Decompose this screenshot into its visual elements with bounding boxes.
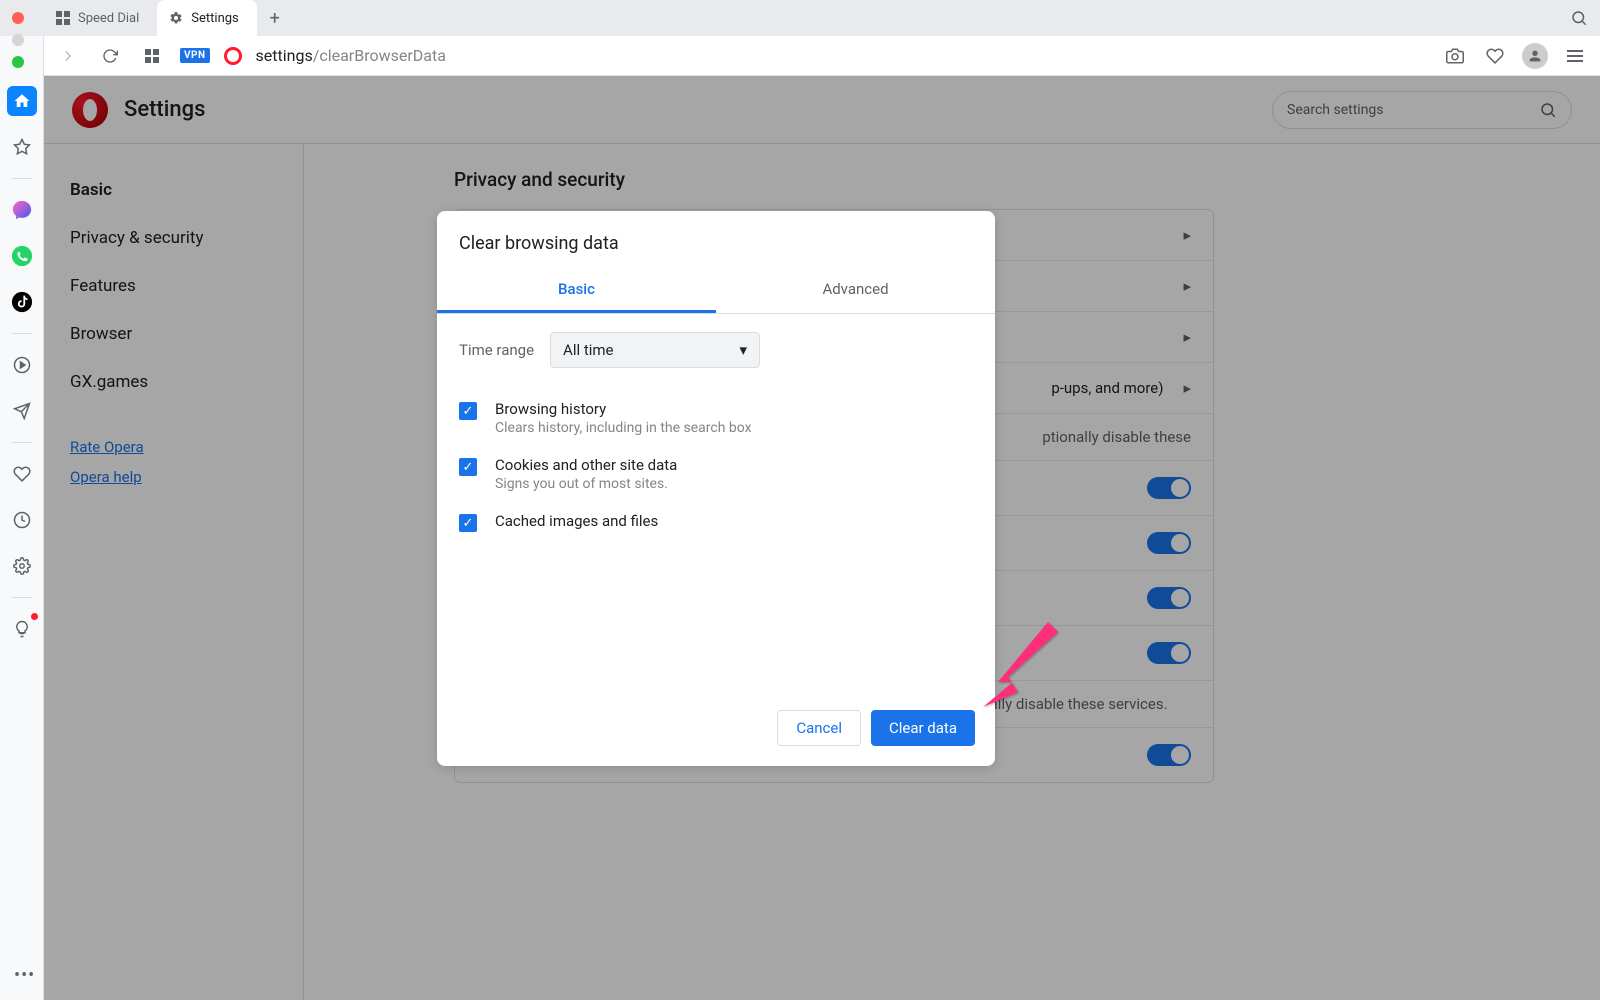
profile-button[interactable] [1522,43,1548,69]
sidebar-rail: ••• [0,36,44,1000]
rail-messenger[interactable] [7,195,37,225]
play-circle-icon [13,356,31,374]
check-sublabel: Signs you out of most sites. [495,476,677,492]
dialog-title: Clear browsing data [437,211,995,268]
window-controls [12,12,24,68]
rail-more[interactable]: ••• [14,965,35,986]
clear-data-button[interactable]: Clear data [871,710,975,746]
dialog-tabs: Basic Advanced [437,268,995,314]
checkbox-icon[interactable]: ✓ [459,402,477,420]
check-label: Cookies and other site data [495,456,677,474]
vpn-badge[interactable]: VPN [180,48,210,63]
check-cookies[interactable]: ✓ Cookies and other site data Signs you … [459,446,973,502]
messenger-icon [11,199,33,221]
tab-advanced[interactable]: Advanced [716,268,995,313]
close-window-dot[interactable] [12,12,24,24]
chevron-right-icon [59,47,77,65]
rail-whatsapp[interactable] [7,241,37,271]
rail-tiktok[interactable] [7,287,37,317]
reload-icon [102,48,118,64]
snapshot-button[interactable] [1442,43,1468,69]
cancel-button[interactable]: Cancel [777,710,861,746]
check-sublabel: Clears history, including in the search … [495,420,752,436]
time-range-value: All time [563,341,613,359]
maximize-window-dot[interactable] [12,56,24,68]
tab-search-button[interactable] [1566,5,1592,31]
checkbox-icon[interactable]: ✓ [459,458,477,476]
rail-send[interactable] [7,396,37,426]
camera-icon [1446,47,1464,65]
checkbox-icon[interactable]: ✓ [459,514,477,532]
rail-separator [12,178,32,179]
rail-home[interactable] [7,86,37,116]
address-bar: VPN settings/clearBrowserData [0,36,1600,76]
whatsapp-icon [11,245,33,267]
heart-icon [1486,47,1504,65]
tab-speed-dial[interactable]: Speed Dial [44,0,157,36]
home-icon [13,92,31,110]
send-icon [13,402,31,420]
rail-bookmarks[interactable] [7,132,37,162]
new-tab-button[interactable]: + [261,4,289,32]
tab-basic[interactable]: Basic [437,268,716,313]
check-label: Cached images and files [495,512,658,530]
clock-icon [13,511,31,529]
clear-browsing-data-dialog: Clear browsing data Basic Advanced Time … [437,211,995,766]
tiktok-icon [11,291,33,313]
avatar-icon [1522,43,1548,69]
rail-separator [12,597,32,598]
bulb-icon [13,620,31,638]
star-icon [13,138,31,156]
time-range-label: Time range [459,341,534,359]
opera-icon [224,47,242,65]
rail-settings[interactable] [7,551,37,581]
notification-dot [31,613,38,620]
rail-player[interactable] [7,350,37,380]
rail-separator [12,442,32,443]
speed-dial-icon [56,11,70,25]
gear-icon [13,557,31,575]
tab-strip: Speed Dial Settings + [0,0,1600,36]
check-cache[interactable]: ✓ Cached images and files [459,502,973,542]
url-text[interactable]: settings/clearBrowserData [256,46,446,65]
forward-button[interactable] [54,42,82,70]
menu-icon [1567,50,1583,62]
time-range-select[interactable]: All time ▾ [550,332,760,368]
tab-label: Settings [191,11,238,26]
check-label: Browsing history [495,400,752,418]
rail-tips[interactable] [7,614,37,644]
rail-history[interactable] [7,505,37,535]
heart-icon [13,465,31,483]
rail-separator [12,333,32,334]
minimize-window-dot[interactable] [12,34,24,46]
tab-label: Speed Dial [78,11,139,26]
chevron-down-icon: ▾ [740,341,748,359]
rail-pinboards[interactable] [7,459,37,489]
search-icon [1570,9,1588,27]
bookmark-button[interactable] [1482,43,1508,69]
reload-button[interactable] [96,42,124,70]
speed-dial-button[interactable] [138,42,166,70]
grid-icon [145,49,159,63]
easy-setup-button[interactable] [1562,43,1588,69]
tab-settings[interactable]: Settings [157,0,256,36]
check-browsing-history[interactable]: ✓ Browsing history Clears history, inclu… [459,390,973,446]
gear-icon [169,11,183,25]
